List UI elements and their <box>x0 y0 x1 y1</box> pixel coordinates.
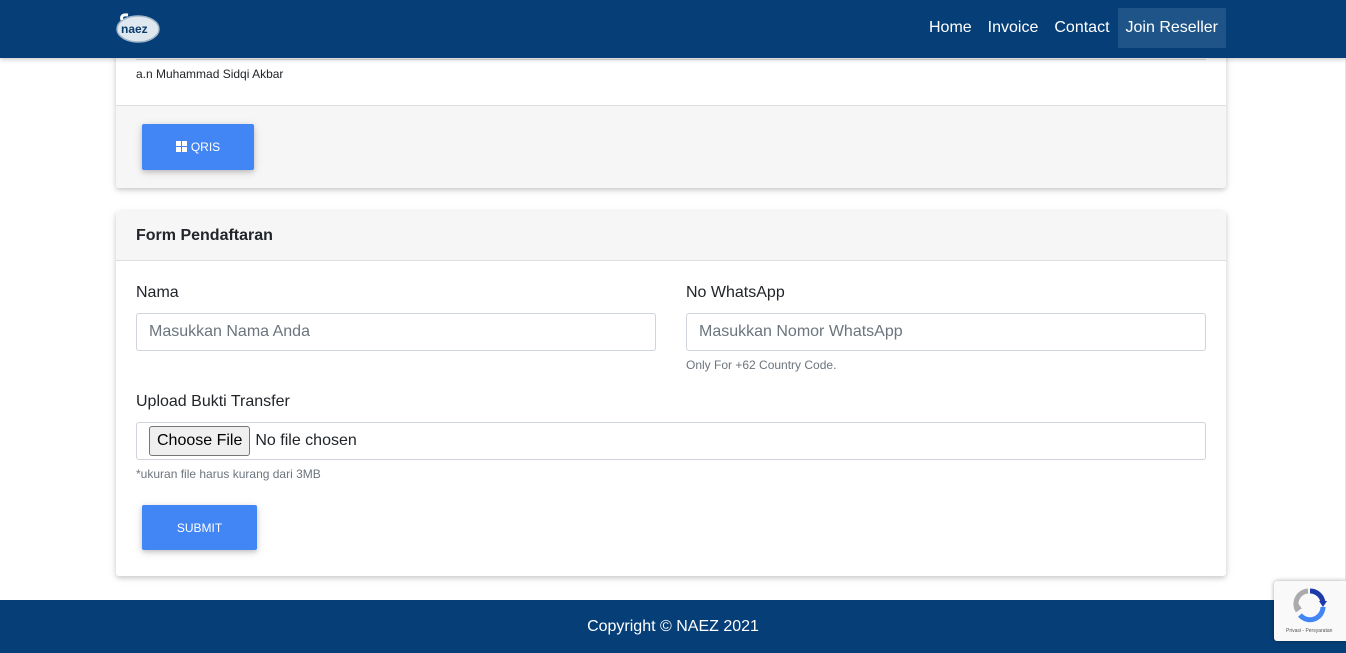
qris-button[interactable]: QRIS <box>142 124 254 170</box>
no-file-text: No file chosen <box>255 432 357 449</box>
qris-label: QRIS <box>190 140 221 154</box>
grid-icon <box>175 141 188 153</box>
nav-home[interactable]: Home <box>921 8 980 48</box>
whatsapp-label: No WhatsApp <box>686 284 785 301</box>
recaptcha-badge[interactable]: Privasi - Persyaratan <box>1274 581 1346 641</box>
page-footer: Copyright © NAEZ 2021 <box>0 600 1346 653</box>
name-input[interactable] <box>136 313 656 351</box>
svg-text:naez: naez <box>121 22 148 36</box>
name-label: Nama <box>136 284 179 301</box>
registration-form-card: Form Pendaftaran Nama No WhatsApp Only F… <box>116 211 1226 576</box>
copyright-text: Copyright © NAEZ 2021 <box>587 617 759 635</box>
choose-file-button[interactable]: Choose File <box>149 426 251 456</box>
submit-button[interactable]: SUBMIT <box>142 505 257 550</box>
nav-join-reseller[interactable]: Join Reseller <box>1117 8 1226 48</box>
upload-label: Upload Bukti Transfer <box>136 393 290 410</box>
recaptcha-links[interactable]: Privasi - Persyaratan <box>1286 628 1332 634</box>
nav-invoice[interactable]: Invoice <box>980 8 1047 48</box>
file-upload-input[interactable]: Choose File No file chosen <box>136 422 1206 460</box>
upload-help-text: *ukuran file harus kurang dari 3MB <box>136 467 321 481</box>
whatsapp-help-text: Only For +62 Country Code. <box>686 358 837 372</box>
whatsapp-input[interactable] <box>686 313 1206 351</box>
account-holder-name: a.n Muhammad Sidqi Akbar <box>136 67 284 81</box>
logo-graphic: naez <box>116 13 160 43</box>
payment-card-footer: QRIS <box>116 105 1226 188</box>
account-number-field-edge <box>136 58 1206 60</box>
nav-menu: Home Invoice Contact Join Reseller <box>921 8 1226 48</box>
site-logo[interactable]: naez <box>116 12 162 45</box>
form-card-header: Form Pendaftaran <box>116 211 1226 261</box>
nav-contact[interactable]: Contact <box>1046 8 1117 48</box>
navbar: naez Home Invoice Contact Join Reseller <box>0 0 1346 58</box>
recaptcha-icon <box>1293 588 1327 623</box>
form-title: Form Pendaftaran <box>136 227 273 244</box>
